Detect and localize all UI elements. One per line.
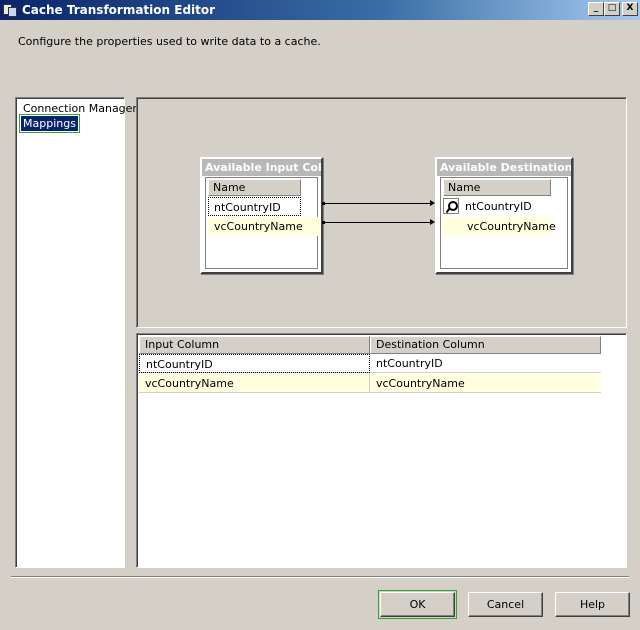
nav-item-connection-manager[interactable]: Connection Manager bbox=[21, 101, 139, 116]
description-text: Configure the properties used to write d… bbox=[18, 35, 321, 48]
page-navigation-list[interactable]: Connection Manager Mappings bbox=[15, 97, 137, 568]
minimize-button[interactable]: _ bbox=[588, 2, 604, 16]
table-row[interactable]: vcCountryName vcCountryName bbox=[139, 374, 601, 393]
destination-column-label: ntCountryID bbox=[465, 200, 532, 213]
input-box-title: Available Input Col... bbox=[202, 159, 321, 176]
grid-header-destination-column[interactable]: Destination Column bbox=[370, 336, 601, 354]
key-icon bbox=[443, 198, 459, 214]
grid-destination-cell[interactable]: vcCountryName bbox=[370, 374, 601, 393]
input-column-label: vcCountryName bbox=[214, 220, 303, 233]
cancel-button[interactable]: Cancel bbox=[468, 592, 543, 617]
input-column-ntcountryid[interactable]: ntCountryID bbox=[208, 197, 301, 216]
grid-input-cell[interactable]: vcCountryName bbox=[139, 374, 370, 393]
mapping-grid[interactable]: Input Column Destination Column ntCountr… bbox=[136, 333, 627, 568]
app-icon bbox=[2, 2, 18, 18]
grid-input-cell[interactable]: ntCountryID bbox=[139, 354, 370, 373]
available-input-columns-box[interactable]: Available Input Col... Name ntCountryID … bbox=[200, 157, 323, 274]
destination-column-ntcountryid[interactable]: ntCountryID bbox=[443, 197, 553, 216]
close-button[interactable]: X bbox=[622, 2, 638, 16]
nav-item-mappings[interactable]: Mappings bbox=[19, 114, 80, 133]
available-destination-columns-box[interactable]: Available Destination... Name ntCountryI… bbox=[435, 157, 573, 274]
grid-destination-cell[interactable]: ntCountryID bbox=[370, 354, 601, 373]
destination-box-title: Available Destination... bbox=[437, 159, 571, 176]
help-button[interactable]: Help bbox=[555, 592, 630, 617]
input-column-vccountryname[interactable]: vcCountryName bbox=[208, 217, 321, 236]
ok-button[interactable]: OK bbox=[378, 590, 457, 619]
destination-name-header: Name bbox=[443, 179, 551, 196]
window-title: Cache Transformation Editor bbox=[22, 3, 216, 17]
title-bar[interactable]: Cache Transformation Editor _ □ X bbox=[0, 0, 640, 20]
mapping-diagram[interactable]: Available Input Col... Name ntCountryID … bbox=[136, 97, 627, 328]
grid-header-input-column[interactable]: Input Column bbox=[139, 336, 370, 354]
footer-separator bbox=[11, 576, 629, 578]
input-column-label: ntCountryID bbox=[214, 201, 281, 214]
mapping-line-vccountryname[interactable] bbox=[323, 222, 430, 223]
table-row[interactable]: ntCountryID ntCountryID bbox=[139, 354, 601, 373]
mapping-line-ntcountryid[interactable] bbox=[323, 203, 430, 204]
input-name-header: Name bbox=[208, 179, 301, 196]
destination-column-vccountryname[interactable]: vcCountryName bbox=[443, 217, 556, 236]
destination-column-label: vcCountryName bbox=[467, 220, 556, 233]
maximize-button[interactable]: □ bbox=[604, 2, 620, 16]
